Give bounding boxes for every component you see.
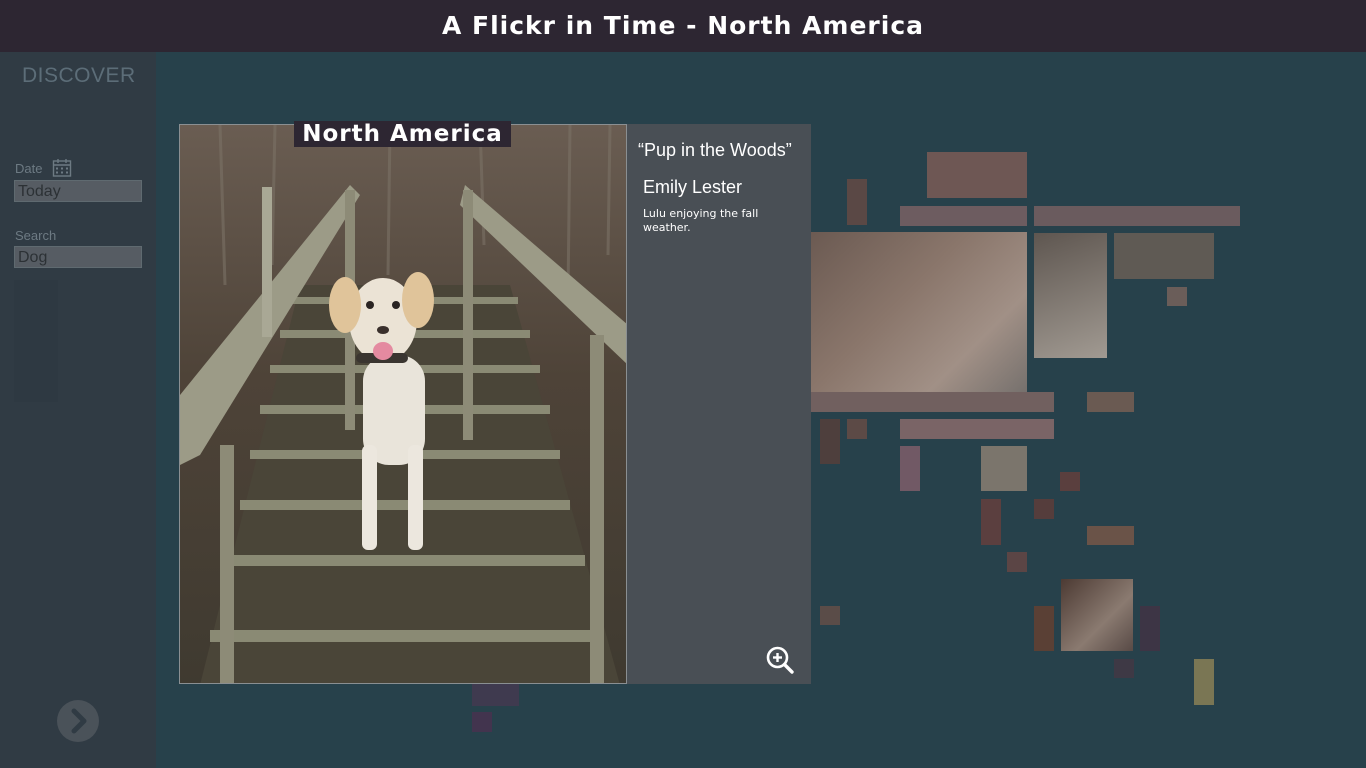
mosaic-tile[interactable] bbox=[1060, 472, 1080, 491]
results-list bbox=[14, 280, 58, 402]
search-label: Search bbox=[15, 228, 57, 243]
mosaic-tile[interactable] bbox=[1114, 659, 1134, 678]
mosaic-tile[interactable] bbox=[981, 499, 1001, 545]
featured-photo[interactable] bbox=[179, 124, 627, 684]
photo-title: “Pup in the Woods” bbox=[638, 140, 792, 160]
mosaic-tile[interactable] bbox=[1034, 206, 1240, 226]
app-title: A Flickr in Time - North America bbox=[0, 0, 1366, 52]
mosaic-tile[interactable] bbox=[1007, 552, 1027, 572]
search-input[interactable]: Dog bbox=[14, 246, 142, 268]
date-field[interactable]: Today bbox=[14, 180, 142, 202]
photo-author[interactable]: Emily Lester bbox=[643, 177, 742, 198]
mosaic-tile[interactable] bbox=[927, 152, 1027, 198]
calendar-icon[interactable] bbox=[52, 158, 72, 178]
sidebar: DISCOVER Date Today Search Dog bbox=[0, 52, 156, 768]
mosaic-tile[interactable] bbox=[847, 179, 867, 225]
mosaic-tile[interactable] bbox=[1087, 392, 1134, 412]
mosaic-tile[interactable] bbox=[1167, 287, 1187, 306]
zoom-in-icon bbox=[766, 646, 794, 674]
mosaic-tile[interactable] bbox=[900, 419, 1054, 439]
mosaic-tile[interactable] bbox=[1034, 233, 1107, 358]
mosaic-tile[interactable] bbox=[847, 419, 867, 439]
date-label: Date bbox=[15, 161, 43, 176]
mosaic-tile[interactable] bbox=[820, 606, 840, 625]
mosaic-tile[interactable] bbox=[1034, 499, 1054, 519]
next-button[interactable] bbox=[57, 700, 99, 742]
mosaic-tile[interactable] bbox=[981, 446, 1027, 491]
mosaic-tile[interactable] bbox=[900, 446, 920, 491]
mosaic-tile[interactable] bbox=[472, 684, 519, 706]
mosaic-tile[interactable] bbox=[811, 232, 1027, 412]
zoom-button[interactable] bbox=[765, 645, 795, 675]
mosaic-tile[interactable] bbox=[1087, 526, 1134, 545]
mosaic-tile[interactable] bbox=[900, 206, 1027, 226]
chevron-right-icon bbox=[71, 708, 87, 734]
dog-photo bbox=[180, 125, 626, 683]
mosaic-tile[interactable] bbox=[820, 419, 840, 464]
mosaic-tile[interactable] bbox=[1034, 606, 1054, 651]
mosaic-tile[interactable] bbox=[811, 392, 1054, 412]
photo-description: Lulu enjoying the fall weather. bbox=[643, 207, 759, 234]
region-label: North America bbox=[294, 121, 511, 147]
mosaic-tile[interactable] bbox=[472, 712, 492, 732]
mosaic-tile[interactable] bbox=[1061, 579, 1133, 651]
mosaic-tile[interactable] bbox=[1114, 233, 1214, 279]
mosaic-tile[interactable] bbox=[1194, 659, 1214, 705]
photo-info-panel: “Pup in the Woods” Emily Lester Lulu enj… bbox=[627, 124, 811, 684]
mosaic-tile[interactable] bbox=[1140, 606, 1160, 651]
discover-heading: DISCOVER bbox=[22, 64, 136, 87]
